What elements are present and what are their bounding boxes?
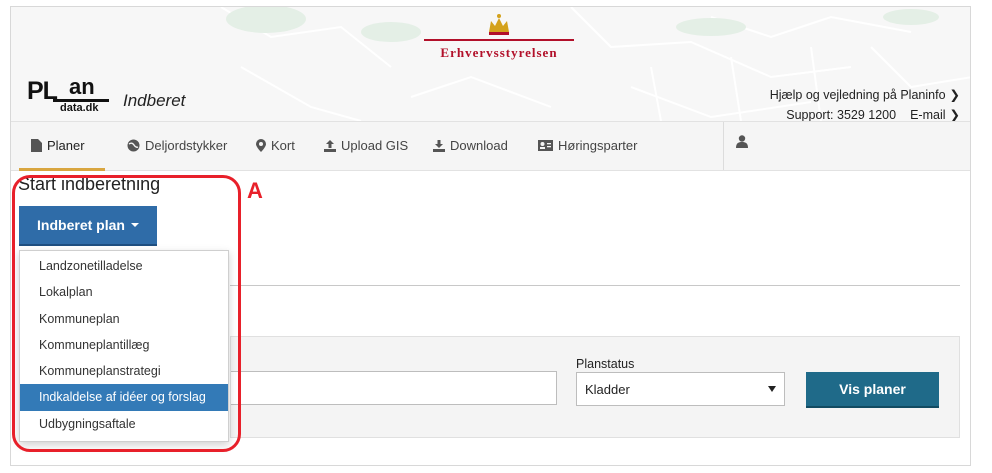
tab-deljordstykker[interactable]: Deljordstykker: [127, 138, 227, 153]
plan-type-menu: Landzonetilladelse Lokalplan Kommuneplan…: [19, 250, 229, 443]
map-marker-icon: [256, 139, 266, 152]
planstatus-select[interactable]: Kladder: [576, 372, 785, 406]
email-link-label: E-mail: [910, 108, 946, 121]
tab-kort-label: Kort: [271, 138, 295, 153]
email-link[interactable]: E-mail ❯: [910, 108, 960, 121]
menu-item-landzonetilladelse[interactable]: Landzonetilladelse: [20, 253, 228, 279]
brand-line: [424, 39, 574, 41]
tab-upload-gis[interactable]: Upload GIS: [324, 138, 408, 153]
menu-item-udbygningsaftale[interactable]: Udbygningsaftale: [20, 411, 228, 437]
search-panel: Planstatus Kladder Vis planer: [230, 336, 960, 438]
indberet-plan-dropdown-button[interactable]: Indberet plan: [19, 206, 157, 246]
tab-deljordstykker-label: Deljordstykker: [145, 138, 228, 153]
planstatus-label: Planstatus: [576, 357, 635, 371]
tab-download[interactable]: Download: [433, 138, 508, 153]
brand-name: Erhvervsstyrelsen: [440, 45, 558, 60]
support-text: Support: 3529 1200: [786, 108, 897, 121]
divider: [230, 285, 960, 286]
header: PL an data.dk Indberet Erhvervsstyrelsen…: [11, 7, 970, 121]
tab-horingsparter-label: Høringsparter: [558, 138, 638, 153]
tab-download-label: Download: [450, 138, 508, 153]
search-input[interactable]: [231, 371, 557, 405]
caret-down-icon: [768, 386, 776, 392]
tab-planer-label: Planer: [47, 138, 85, 153]
upload-icon: [324, 139, 336, 152]
vis-planer-button[interactable]: Vis planer: [806, 372, 939, 408]
download-icon: [433, 139, 445, 152]
document-icon: [31, 139, 42, 152]
annotation-label: A: [247, 178, 263, 203]
tab-horingsparter[interactable]: Høringsparter: [538, 138, 637, 153]
menu-item-kommuneplanstrategi[interactable]: Kommuneplanstrategi: [20, 358, 228, 384]
globe-icon: [127, 139, 140, 152]
menu-item-lokalplan[interactable]: Lokalplan: [20, 279, 228, 305]
active-tab-indicator: [19, 168, 105, 171]
contact-card-icon: [538, 140, 553, 151]
menu-item-kommuneplan[interactable]: Kommuneplan: [20, 306, 228, 332]
help-link[interactable]: Hjælp og vejledning på Planinfo ❯: [770, 85, 960, 105]
chevron-right-icon: ❯: [949, 108, 960, 121]
logo-sub: data.dk: [60, 102, 99, 114]
user-icon[interactable]: [736, 135, 748, 148]
menu-item-indkaldelse[interactable]: Indkaldelse af idéer og forslag: [20, 384, 228, 411]
indberet-plan-label: Indberet plan: [37, 217, 125, 233]
vis-planer-label: Vis planer: [839, 381, 906, 397]
main-nav: Planer Deljordstykker Kort Upload GIS Do…: [11, 121, 970, 171]
menu-item-kommuneplantillaeg[interactable]: Kommuneplantillæg: [20, 332, 228, 358]
help-link-label: Hjælp og vejledning på Planinfo: [769, 88, 946, 102]
planstatus-value: Kladder: [585, 382, 630, 397]
tab-upload-gis-label: Upload GIS: [341, 138, 409, 153]
plandata-logo[interactable]: PL an data.dk: [27, 74, 111, 117]
app-title: Indberet: [123, 91, 186, 110]
tab-kort[interactable]: Kort: [256, 138, 295, 153]
help-area: Hjælp og vejledning på Planinfo ❯ Support…: [770, 85, 960, 121]
logo-an: an: [69, 74, 95, 99]
nav-separator: [723, 122, 724, 170]
tab-planer[interactable]: Planer: [31, 138, 85, 153]
crown-icon: [489, 14, 509, 35]
chevron-right-icon: ❯: [949, 88, 960, 102]
page-title: Start indberetning: [18, 174, 161, 194]
caret-down-icon: [130, 223, 139, 227]
